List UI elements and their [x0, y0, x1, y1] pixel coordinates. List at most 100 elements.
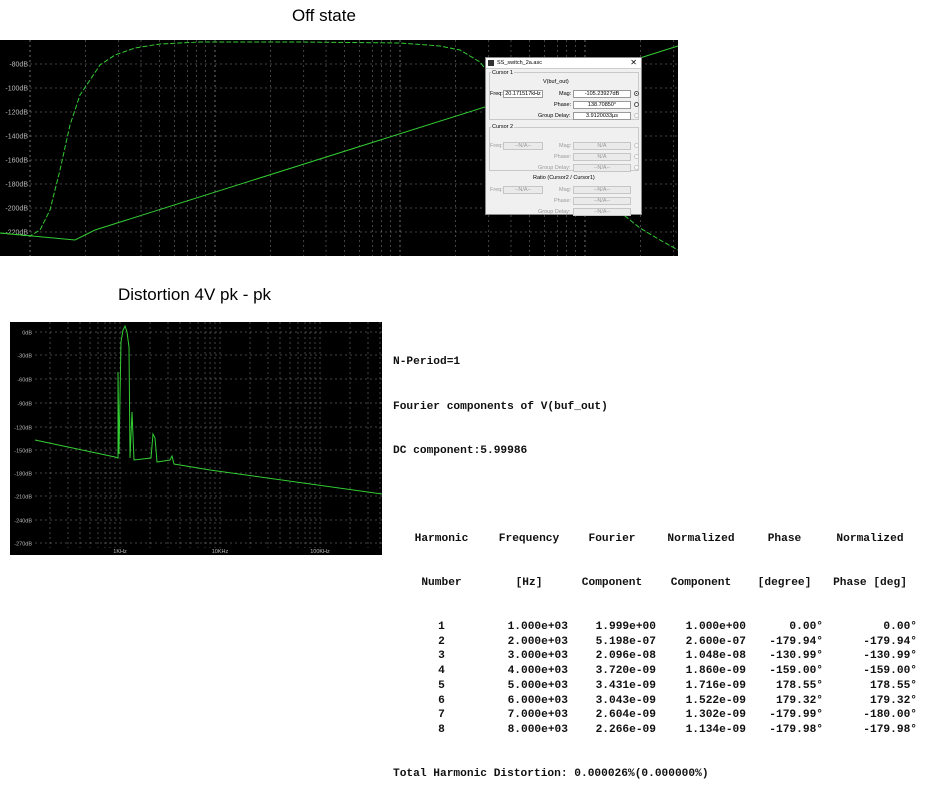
col-header: [degree] — [757, 576, 812, 589]
table-cell: 1.048e-08 — [685, 650, 746, 663]
col-header: [Hz] — [515, 576, 543, 589]
table-cell: 3.431e-09 — [595, 679, 656, 692]
col-header: Harmonic — [414, 532, 469, 545]
table-cell: 2.600e-07 — [685, 635, 746, 648]
table-cell: 1.999e+00 — [595, 621, 656, 634]
y-tick-label: -210dB — [14, 495, 32, 501]
table-row: 4 4.000e+03 3.720e-09 1.860e-09 -159.00° -159… — [393, 664, 917, 679]
table-row: 6 6.000e+03 3.043e-09 1.522e-09 179.32° 179.3… — [393, 694, 917, 709]
cursor2-gd-label: Group Delay: — [538, 165, 571, 171]
cursor1-phase-radio[interactable] — [634, 102, 639, 107]
table-row: 5 5.000e+03 3.431e-09 1.716e-09 178.55° 178.5… — [393, 679, 917, 694]
title-distortion: Distortion 4V pk - pk — [118, 285, 272, 304]
table-row: 7 7.000e+03 2.604e-09 1.302e-09 -179.99° -180… — [393, 708, 917, 723]
y-tick-label: -180dB — [14, 472, 32, 478]
col-header: Frequency — [498, 532, 560, 545]
y-tick-label: -270dB — [14, 542, 32, 548]
table-cell: -179.94° — [863, 635, 917, 648]
col-header: Normalized — [667, 532, 735, 545]
cursor2-mag-field[interactable]: N/A — [573, 142, 631, 150]
fourier-table-body: 1 1.000e+03 1.999e+00 1.000e+00 0.00° 0.00° 2 2… — [393, 620, 917, 738]
table-cell: 2.604e-09 — [595, 709, 656, 722]
col-header: Phase — [767, 532, 802, 545]
ltspice-icon — [488, 60, 494, 66]
ratio-gd-field[interactable]: --N/A-- — [573, 208, 631, 216]
y-tick-label: -30dB — [17, 354, 32, 360]
cursor-dialog[interactable]: SS_switch_2a.asc ✕ Cursor 1 V(buf_out) F… — [485, 57, 642, 216]
table-cell: 8 — [438, 723, 445, 736]
cursor1-gd-radio[interactable] — [634, 113, 639, 118]
cursor2-phase-radio[interactable] — [634, 154, 639, 159]
table-cell: 5.198e-07 — [595, 635, 656, 648]
ratio-phase-field[interactable]: --N/A-- — [573, 197, 631, 205]
cursor2-mag-label: Mag: — [559, 143, 572, 149]
table-cell: -159.00° — [863, 665, 917, 678]
cursor1-mag-radio[interactable] — [634, 91, 639, 96]
table-cell: 0.00° — [789, 621, 823, 634]
table-cell: -159.00° — [769, 665, 823, 678]
table-header-row: Number [Hz] Component Component [degree]… — [393, 576, 917, 591]
cursor1-freq-field[interactable]: 20.171517kHz — [503, 90, 543, 98]
table-cell: 1.000e+03 — [507, 621, 568, 634]
dialog-title: SS_switch_2a.asc — [497, 60, 542, 66]
ratio-gd-label: Group Delay: — [538, 209, 571, 215]
dc-component-line: DC component:5.99986 — [393, 444, 528, 457]
cursor1-group-label: Cursor 1 — [491, 70, 515, 76]
cursor1-mag-field[interactable]: -105.23927dB — [573, 90, 631, 98]
nperiod-line: N-Period=1 — [393, 356, 461, 369]
y-tick-label: 0dB — [22, 331, 32, 337]
col-header: Fourier — [588, 532, 636, 545]
cursor2-gd-radio[interactable] — [634, 165, 639, 170]
plot-grid — [35, 322, 382, 548]
cursor1-phase-field[interactable]: 138.70850° — [573, 101, 631, 109]
x-axis-ticks: 1KHz 10KHz 100KHz — [113, 549, 330, 555]
table-cell: 1.302e-09 — [685, 709, 746, 722]
table-cell: 1.134e-09 — [685, 723, 746, 736]
y-axis-ticks: 0dB -30dB -60dB -90dB -120dB -150dB -180dB -210… — [14, 331, 32, 548]
table-cell: 3.000e+03 — [507, 650, 568, 663]
cursor1-gd-label: Group Delay: — [538, 113, 571, 119]
table-cell: 7.000e+03 — [507, 709, 568, 722]
table-cell: 7 — [438, 709, 445, 722]
ratio-freq-label: Freq: — [490, 187, 503, 193]
cursor1-trace: V(buf_out) — [543, 79, 569, 85]
y-tick-label: -140dB — [5, 134, 28, 141]
cursor1-mag-label: Mag: — [559, 91, 572, 97]
cursor1-gd-field[interactable]: 3.9120033µs — [573, 112, 631, 120]
table-cell: 179.32° — [776, 694, 823, 707]
dialog-titlebar[interactable]: SS_switch_2a.asc ✕ — [486, 58, 641, 69]
y-tick-label: -60dB — [17, 378, 32, 384]
y-tick-label: -240dB — [14, 519, 32, 525]
fourier-output: N-Period=1 Fourier components of V(buf_o… — [393, 326, 917, 796]
table-cell: 1 — [438, 621, 445, 634]
distortion-fft-plot[interactable]: 0dB -30dB -60dB -90dB -120dB -150dB -180dB -210… — [10, 322, 382, 555]
cursor2-phase-field[interactable]: N/A — [573, 153, 631, 161]
table-row: 3 3.000e+03 2.096e-08 1.048e-08 -130.99° -130… — [393, 649, 917, 664]
x-tick-label: 1KHz — [113, 549, 127, 555]
table-cell: -130.99° — [769, 650, 823, 663]
fourier-header-line: Fourier components of V(buf_out) — [393, 400, 608, 413]
cursor2-mag-radio[interactable] — [634, 143, 639, 148]
table-cell: -180.00° — [863, 709, 917, 722]
cursor2-freq-label: Freq: — [490, 143, 503, 149]
y-tick-label: -160dB — [5, 158, 28, 165]
table-cell: 8.000e+03 — [507, 723, 568, 736]
table-cell: 6 — [438, 694, 445, 707]
y-tick-label: -80dB — [9, 62, 28, 69]
cursor2-freq-field[interactable]: --N/A-- — [503, 142, 543, 150]
table-cell: -130.99° — [863, 650, 917, 663]
table-cell: -179.98° — [769, 723, 823, 736]
cursor1-freq-label: Freq: — [490, 91, 503, 97]
table-cell: 3.720e-09 — [595, 665, 656, 678]
ratio-mag-field[interactable]: --N/A-- — [573, 186, 631, 194]
table-header-row: Harmonic Frequency Fourier Normalized Ph… — [393, 532, 917, 547]
y-tick-label: -200dB — [5, 206, 28, 213]
cursor2-phase-label: Phase: — [554, 154, 572, 160]
ratio-freq-field[interactable]: --N/A-- — [503, 186, 543, 194]
close-icon[interactable]: ✕ — [630, 58, 637, 67]
table-cell: 1.860e-09 — [685, 665, 746, 678]
table-cell: 1.522e-09 — [685, 694, 746, 707]
cursor2-gd-field[interactable]: --N/A-- — [573, 164, 631, 172]
table-cell: 1.716e-09 — [685, 679, 746, 692]
